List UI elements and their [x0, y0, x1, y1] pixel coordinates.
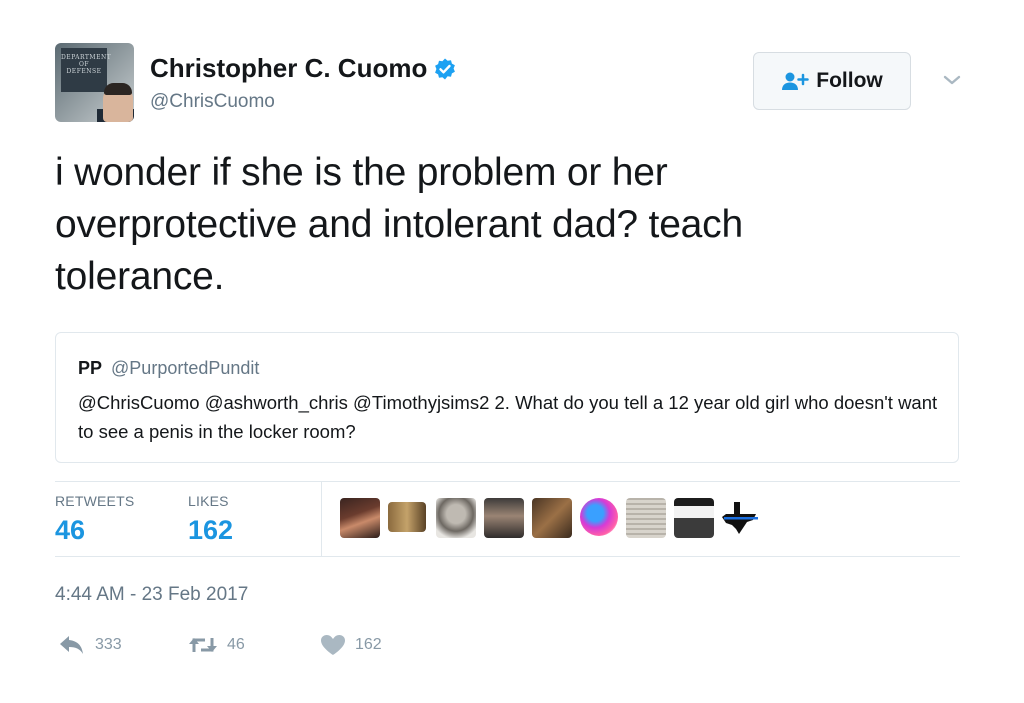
liker-avatar-1[interactable]: [340, 498, 380, 538]
reply-count: 333: [95, 636, 122, 653]
quoted-tweet-text: @ChrisCuomo @ashworth_chris @Timothyjsim…: [78, 392, 938, 442]
avatar-sign: DEPARTMENT OF DEFENSE: [61, 48, 111, 92]
retweet-button[interactable]: 46: [188, 634, 245, 656]
retweets-label: RETWEETS: [55, 493, 135, 509]
reply-button[interactable]: 333: [58, 634, 122, 656]
retweet-count: 46: [227, 636, 245, 653]
liker-avatar-3[interactable]: [436, 498, 476, 538]
quoted-author-handle: @PurportedPundit: [111, 358, 260, 378]
divider: [55, 481, 960, 482]
chevron-down-icon[interactable]: [940, 68, 964, 92]
liker-avatar-2[interactable]: [388, 502, 426, 532]
liker-avatar-4[interactable]: [484, 498, 524, 538]
like-count: 162: [355, 636, 382, 653]
tweet-timestamp[interactable]: 4:44 AM - 23 Feb 2017: [55, 584, 248, 606]
likes-label: LIKES: [188, 493, 229, 509]
quoted-tweet[interactable]: PP @PurportedPundit @ChrisCuomo @ashwort…: [55, 332, 959, 463]
follow-button[interactable]: Follow: [753, 52, 911, 110]
heart-icon: [321, 635, 345, 655]
retweets-count[interactable]: 46: [55, 515, 85, 546]
divider: [55, 556, 960, 557]
liker-avatar-5[interactable]: [532, 498, 572, 538]
quoted-tweet-header: PP @PurportedPundit: [78, 358, 259, 379]
liker-avatar-8[interactable]: [674, 498, 714, 538]
author-name[interactable]: Christopher C. Cuomo: [150, 53, 427, 84]
verified-badge-icon: [433, 57, 457, 81]
liker-avatar-7[interactable]: [626, 498, 666, 538]
tweet-text: i wonder if she is the problem or her ov…: [55, 151, 743, 298]
reply-icon: [60, 636, 83, 654]
retweet-icon: [189, 638, 217, 652]
follow-button-label: Follow: [816, 69, 883, 92]
author-handle[interactable]: @ChrisCuomo: [150, 91, 275, 113]
add-user-icon: [782, 72, 809, 90]
liker-avatar-6[interactable]: [580, 498, 618, 536]
author-avatar[interactable]: DEPARTMENT OF DEFENSE: [55, 43, 134, 122]
quoted-author-name: PP: [78, 358, 103, 378]
author-name-row[interactable]: Christopher C. Cuomo: [150, 53, 457, 84]
like-button[interactable]: 162: [320, 634, 382, 656]
liker-avatar-9[interactable]: [722, 500, 760, 536]
stats-separator: [321, 482, 322, 557]
likes-count[interactable]: 162: [188, 515, 233, 546]
